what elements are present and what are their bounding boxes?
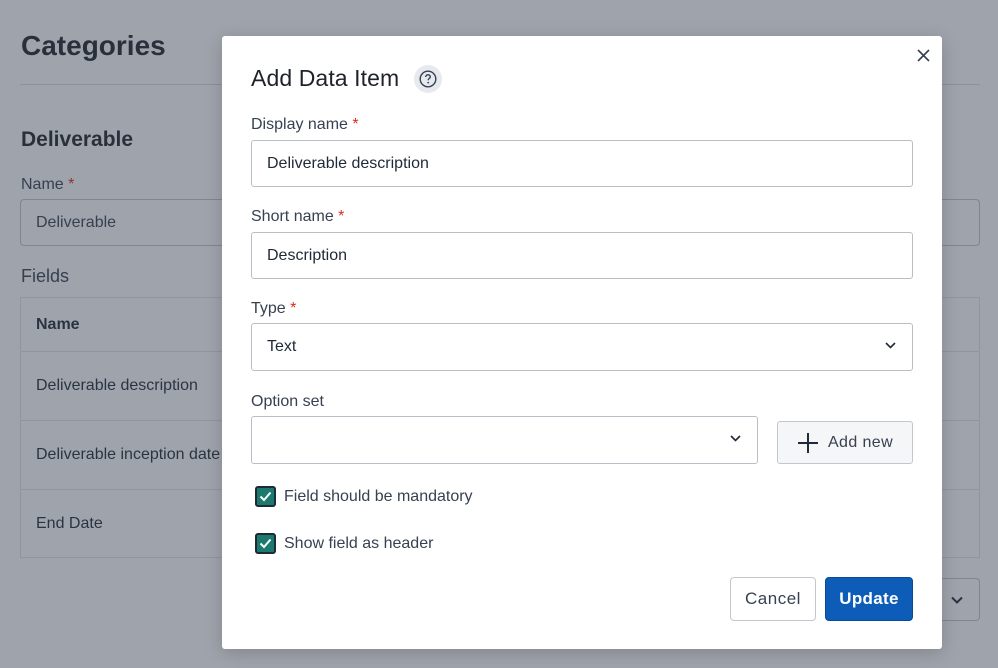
short-name-label: Short name * <box>251 208 344 226</box>
mandatory-checkbox[interactable] <box>255 486 276 507</box>
plus-icon <box>797 432 818 453</box>
check-icon <box>259 491 272 502</box>
show-header-checkbox[interactable] <box>255 533 276 554</box>
short-name-input[interactable]: Description <box>251 232 913 279</box>
chevron-down-icon <box>730 435 741 442</box>
option-set-label: Option set <box>251 393 324 410</box>
type-label: Type * <box>251 300 296 318</box>
show-header-label: Show field as header <box>284 534 434 552</box>
short-name-label-text: Short name <box>251 208 334 225</box>
chevron-down-icon <box>885 342 896 349</box>
show-header-checkbox-row[interactable]: Show field as header <box>255 533 433 554</box>
add-new-button[interactable]: Add new <box>777 421 913 464</box>
close-button[interactable] <box>910 42 936 68</box>
option-set-select[interactable] <box>251 416 758 464</box>
help-button[interactable] <box>414 65 442 93</box>
close-icon <box>916 48 930 62</box>
add-new-label: Add new <box>827 433 894 451</box>
required-mark: * <box>290 300 297 317</box>
mandatory-checkbox-row[interactable]: Field should be mandatory <box>255 486 473 507</box>
type-select[interactable]: Text <box>251 323 913 371</box>
required-mark: * <box>352 116 359 133</box>
required-mark: * <box>338 208 345 225</box>
dialog-title: Add Data Item <box>251 65 400 91</box>
help-icon <box>419 70 437 88</box>
cancel-button[interactable]: Cancel <box>730 577 816 621</box>
display-name-input[interactable]: Deliverable description <box>251 140 913 187</box>
update-button[interactable]: Update <box>825 577 913 621</box>
check-icon <box>259 538 272 549</box>
add-data-item-dialog: Add Data Item Display name * Deliverable… <box>222 36 942 649</box>
mandatory-label: Field should be mandatory <box>284 487 473 505</box>
type-select-value: Text <box>267 338 297 355</box>
display-name-label: Display name * <box>251 116 359 134</box>
display-name-label-text: Display name <box>251 116 348 133</box>
type-label-text: Type <box>251 300 286 317</box>
